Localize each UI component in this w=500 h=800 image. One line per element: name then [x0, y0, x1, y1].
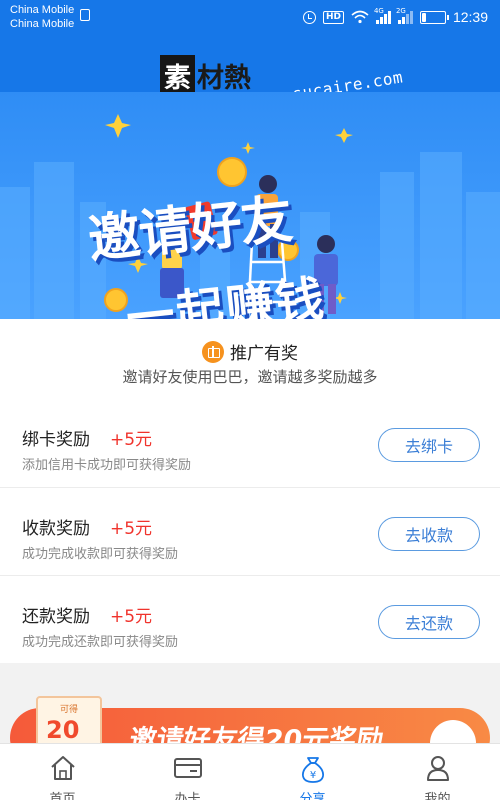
watermark-logo-text: 材熱 — [197, 62, 251, 94]
reward-description: 成功完成还款即可获得奖励 — [22, 635, 179, 650]
share-money-bag-icon: ¥ — [301, 757, 324, 783]
wifi-icon — [351, 10, 369, 24]
collect-payment-button[interactable]: 去收款 — [378, 517, 480, 551]
reward-bonus: +5元 — [110, 430, 153, 450]
bind-card-button[interactable]: 去绑卡 — [378, 428, 480, 462]
card-icon — [173, 758, 202, 778]
status-bar: China Mobile China Mobile HD 4G 2G 12:39 — [0, 0, 500, 38]
promo-description: 邀请好友使用巴巴，邀请越多奖励越多 — [122, 368, 378, 386]
sim-icon — [80, 9, 90, 21]
signal-icon-2g: 2G — [396, 7, 413, 24]
tab-label: 办卡 — [174, 792, 201, 800]
coupon-label: 可得 — [59, 705, 78, 715]
invite-banner[interactable]: 邀请好友 一起赚钱 — [0, 92, 500, 319]
reward-description: 成功完成收款即可获得奖励 — [22, 547, 179, 562]
tab-label: 我的 — [424, 792, 451, 800]
header: 素 材熱 sucaire.com — [0, 38, 500, 104]
watermark-logo: 素 材熱 — [160, 54, 251, 96]
promo-section: 推广有奖 邀请好友使用巴巴，邀请越多奖励越多 — [0, 319, 500, 399]
reward-title: 绑卡奖励 — [22, 430, 90, 450]
profile-icon — [426, 756, 449, 781]
coupon-value: 20 — [46, 716, 80, 744]
reward-title: 还款奖励 — [22, 607, 90, 627]
svg-text:¥: ¥ — [309, 770, 315, 781]
carrier-info: China Mobile China Mobile — [10, 3, 74, 31]
reward-list: 绑卡奖励 +5元 添加信用卡成功即可获得奖励 去绑卡 收款奖励 +5元 成功完成… — [0, 399, 500, 663]
home-icon — [50, 756, 75, 780]
tab-home[interactable]: 首页 — [0, 744, 125, 800]
invite-ad-banner[interactable]: 可得 20 邀请好友得20元奖励 — [0, 668, 500, 754]
net-label-2g: 2G — [395, 6, 406, 15]
promo-header: 推广有奖 — [0, 339, 500, 364]
hd-badge: HD — [322, 10, 344, 24]
reward-title: 收款奖励 — [22, 519, 90, 539]
watermark-logo-mark: 素 — [160, 54, 195, 96]
tab-label: 首页 — [49, 792, 76, 800]
tab-profile[interactable]: 我的 — [375, 744, 500, 800]
repay-button[interactable]: 去还款 — [378, 605, 480, 639]
battery-level-fill — [421, 12, 427, 22]
signal-icon-4g: 4G — [374, 7, 391, 24]
promo-title: 推广有奖 — [230, 344, 298, 364]
reward-row-bind-card: 绑卡奖励 +5元 添加信用卡成功即可获得奖励 去绑卡 — [0, 399, 500, 487]
reward-bonus: +5元 — [110, 519, 153, 539]
clock: 12:39 — [452, 9, 488, 25]
tab-card[interactable]: 办卡 — [125, 744, 250, 800]
reward-description: 添加信用卡成功即可获得奖励 — [22, 458, 192, 473]
net-label-4g: 4G — [373, 6, 384, 15]
carrier-name-2: China Mobile — [10, 18, 75, 30]
reward-bonus: +5元 — [110, 607, 153, 627]
status-indicators: HD 4G 2G 12:39 — [302, 7, 488, 26]
app-screen: China Mobile China Mobile HD 4G 2G 12:39… — [0, 0, 500, 800]
gift-icon — [202, 340, 224, 363]
bottom-tab-bar: 首页 办卡 ¥ 分享 我的 — [0, 743, 500, 800]
tab-share[interactable]: ¥ 分享 — [250, 744, 375, 800]
tab-label: 分享 — [299, 792, 326, 800]
battery-icon — [419, 10, 449, 24]
carrier-name-1: China Mobile — [10, 4, 75, 16]
alarm-icon — [302, 10, 316, 24]
reward-row-repay: 还款奖励 +5元 成功完成还款即可获得奖励 去还款 — [0, 575, 500, 663]
reward-row-collect: 收款奖励 +5元 成功完成收款即可获得奖励 去收款 — [0, 487, 500, 575]
